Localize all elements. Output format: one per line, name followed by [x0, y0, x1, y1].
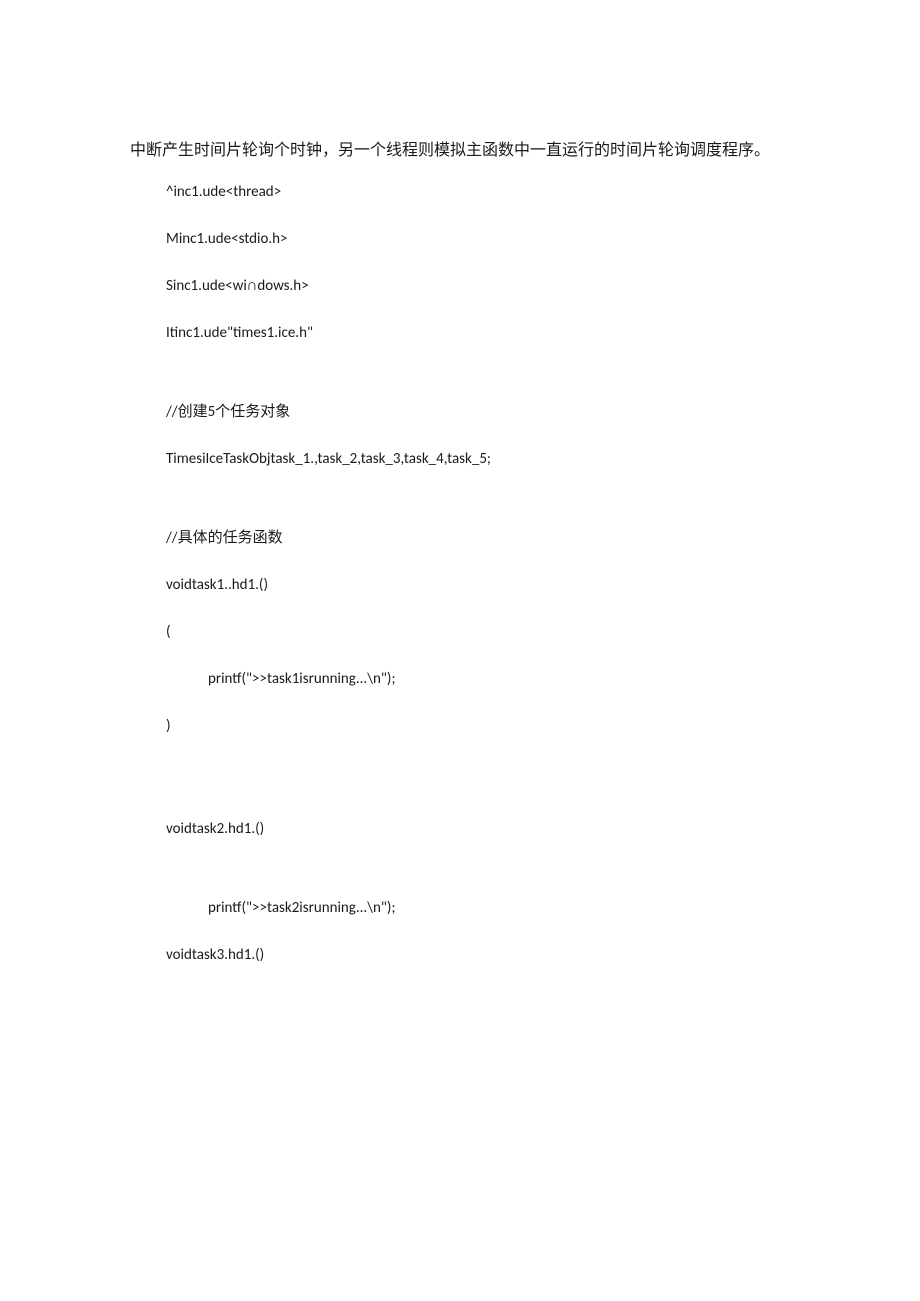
code-task2-decl: voidtask2.hd1.() — [130, 819, 820, 840]
paragraph-intro: 中断产生时间片轮询个时钟，另一个线程则模拟主函数中一直运行的时间片轮询调度程序。 — [130, 130, 820, 172]
code-include-stdio: Minc1.ude<stdio.h> — [130, 229, 820, 250]
code-comment-task-functions: //具体的任务函数 — [130, 528, 820, 549]
code-open-paren: ( — [130, 622, 820, 643]
code-task1-decl: voidtask1..hd1.() — [130, 575, 820, 596]
spacer — [130, 763, 820, 819]
code-include-thread: ^inc1.ude<thread> — [130, 182, 820, 203]
code-include-windows: Sinc1.ude<wi∩dows.h> — [130, 276, 820, 297]
document-page: 中断产生时间片轮询个时钟，另一个线程则模拟主函数中一直运行的时间片轮询调度程序。… — [0, 0, 920, 1092]
code-task-objects: TimesiIceTaskObjtask_1.,task_2,task_3,ta… — [130, 449, 820, 470]
code-close-paren: ) — [130, 716, 820, 737]
spacer — [130, 866, 820, 898]
code-comment-create-tasks: //创建5个任务对象 — [130, 402, 820, 423]
spacer — [130, 496, 820, 528]
spacer — [130, 370, 820, 402]
code-task1-printf: printf(">>task1isrunning...\n"); — [130, 669, 820, 690]
code-include-timeslice: Itinc1.ude"times1.ice.h" — [130, 323, 820, 344]
code-task3-decl: voidtask3.hd1.() — [130, 945, 820, 966]
code-task2-printf: printf(">>task2isrunning...\n"); — [130, 898, 820, 919]
